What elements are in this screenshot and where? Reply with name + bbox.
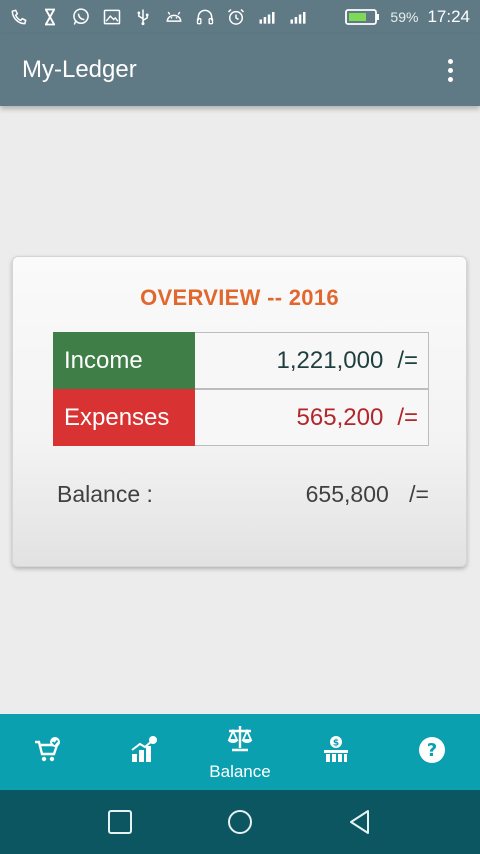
- balance-value: 655,800: [305, 481, 389, 507]
- recents-button[interactable]: [95, 797, 145, 847]
- triangle-back-icon: [350, 810, 369, 834]
- clock: 17:24: [427, 7, 470, 26]
- battery-percent: 59%: [390, 9, 419, 25]
- usb-icon: [132, 6, 154, 28]
- status-notifications: [8, 6, 309, 28]
- signal-2-icon: [287, 6, 309, 28]
- nav-item-cart[interactable]: [0, 714, 96, 790]
- expenses-label: Expenses: [53, 389, 195, 446]
- square-icon: [108, 810, 132, 834]
- balance-scale-icon: [224, 722, 256, 759]
- balance-row: Balance : 655,800 /=: [57, 481, 429, 508]
- system-nav-bar: [0, 790, 480, 854]
- nav-item-income[interactable]: [96, 714, 192, 790]
- nav-label-balance: Balance: [209, 762, 271, 781]
- overview-card: OVERVIEW -- 2016 Income 1,221,000 /= Exp…: [12, 256, 467, 567]
- income-chart-icon: [128, 734, 160, 771]
- android-icon: [163, 6, 185, 28]
- alarm-icon: [225, 6, 247, 28]
- headset-icon: [194, 6, 216, 28]
- app-title: My-Ledger: [22, 56, 137, 83]
- status-system: 59% 17:24: [345, 7, 470, 27]
- home-button[interactable]: [215, 797, 265, 847]
- help-icon: ?: [416, 734, 448, 771]
- signal-1-icon: [256, 6, 278, 28]
- expenses-value-box: 565,200 /=: [195, 389, 429, 446]
- income-label: Income: [53, 332, 195, 389]
- expenses-unit: /=: [397, 403, 418, 431]
- cart-check-icon: [32, 734, 64, 771]
- balance-unit: /=: [409, 481, 429, 507]
- battery-icon: [345, 8, 381, 26]
- expenses-row: Expenses 565,200 /=: [53, 389, 429, 446]
- balance-label: Balance :: [57, 481, 153, 507]
- income-value: 1,221,000: [276, 346, 384, 374]
- svg-text:$: $: [333, 738, 339, 748]
- overview-title: OVERVIEW -- 2016: [140, 285, 339, 310]
- expenses-chart-icon: $: [320, 734, 352, 771]
- income-unit: /=: [397, 346, 418, 374]
- phone-missed-icon: [8, 6, 30, 28]
- status-bar: 59% 17:24: [0, 0, 480, 34]
- balance-amount: 655,800 /=: [306, 481, 429, 508]
- bottom-nav: Balance $ ?: [0, 714, 480, 790]
- circle-icon: [228, 810, 252, 834]
- nav-item-balance[interactable]: Balance: [192, 714, 288, 790]
- more-vert-icon[interactable]: [440, 55, 460, 85]
- image-icon: [101, 6, 123, 28]
- whatsapp-icon: [70, 6, 92, 28]
- expenses-value: 565,200: [296, 403, 384, 431]
- nav-item-help[interactable]: ?: [384, 714, 480, 790]
- income-value-box: 1,221,000 /=: [195, 332, 429, 389]
- back-button[interactable]: [335, 797, 385, 847]
- app-bar: My-Ledger: [0, 34, 480, 106]
- income-row: Income 1,221,000 /=: [53, 332, 429, 389]
- svg-text:?: ?: [427, 740, 437, 761]
- nav-item-expenses[interactable]: $: [288, 714, 384, 790]
- hourglass-icon: [39, 6, 61, 28]
